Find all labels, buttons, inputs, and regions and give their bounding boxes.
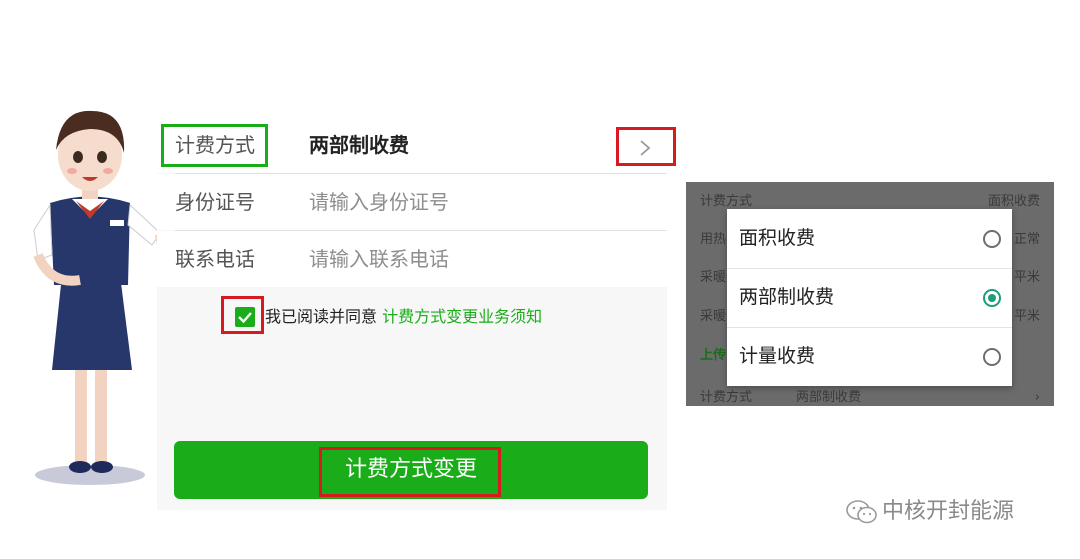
checkbox-highlight-box xyxy=(221,296,264,334)
radio-unselected-icon[interactable] xyxy=(983,348,1001,366)
id-number-input[interactable]: 请输入身份证号 xyxy=(309,174,449,230)
option-metered-billing[interactable]: 计量收费 xyxy=(727,327,1012,386)
billing-method-value: 两部制收费 xyxy=(309,133,409,157)
radio-selected-icon[interactable] xyxy=(983,289,1001,307)
bg-row-label: 采暖 xyxy=(700,270,727,285)
bg-row-label: 上传 xyxy=(700,348,727,363)
watermark-text: 中核开封能源 xyxy=(882,499,1015,524)
bg-row-label: 采暖 xyxy=(700,309,727,324)
phone-input[interactable]: 请输入联系电话 xyxy=(309,231,449,287)
label-highlight-box xyxy=(161,124,268,167)
option-label: 两部制收费 xyxy=(739,286,835,308)
option-label: 面积收费 xyxy=(739,227,816,249)
billing-method-chevron[interactable] xyxy=(618,130,676,166)
option-two-part-billing[interactable]: 两部制收费 xyxy=(727,268,1012,327)
terms-link[interactable]: 计费方式变更业务须知 xyxy=(382,307,542,326)
bg-row-value: 正常 xyxy=(1013,232,1040,247)
radio-unselected-icon[interactable] xyxy=(983,230,1001,248)
phone-label: 联系电话 xyxy=(175,247,255,271)
option-area-billing[interactable]: 面积收费 xyxy=(727,209,1012,268)
bg-row-value: 平米 xyxy=(1013,270,1040,285)
bg-row-label: 用热 xyxy=(700,232,727,247)
phone-row[interactable]: 联系电话 请输入联系电话 xyxy=(157,231,667,287)
button-highlight-box xyxy=(319,447,501,497)
wechat-icon xyxy=(846,500,877,524)
billing-options-dialog: 面积收费 两部制收费 计量收费 xyxy=(727,209,1012,386)
agreement-text: 我已阅读并同意 计费方式变更业务须知 xyxy=(265,303,542,327)
option-label: 计量收费 xyxy=(739,345,816,367)
agreement-prefix: 我已阅读并同意 xyxy=(265,307,378,326)
bg-row-value: 平米 xyxy=(1013,309,1040,324)
chevron-right-icon: › xyxy=(1034,390,1040,405)
id-number-label: 身份证号 xyxy=(175,190,255,214)
id-number-row[interactable]: 身份证号 请输入身份证号 xyxy=(157,174,667,230)
chevron-right-icon xyxy=(640,140,651,156)
